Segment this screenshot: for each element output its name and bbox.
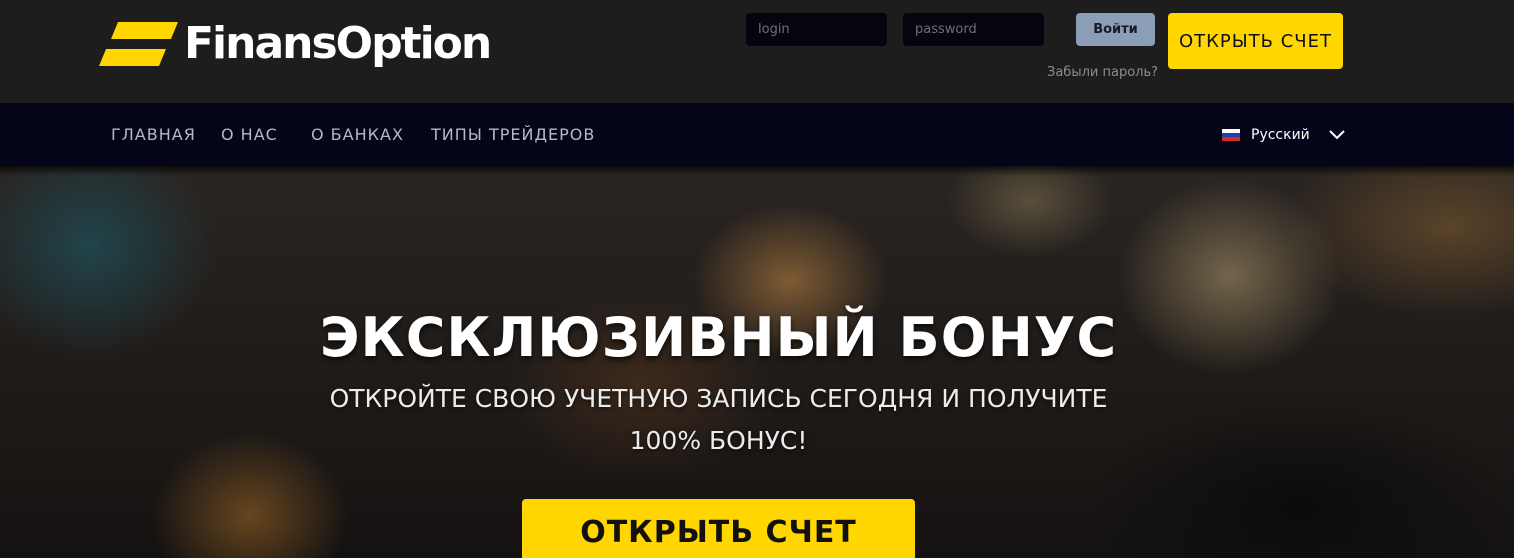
open-account-button[interactable]: ОТКРЫТЬ СЧЕТ [1168,13,1343,69]
nav-item-about[interactable]: О НАС [221,103,278,166]
password-input[interactable] [903,13,1044,46]
login-button[interactable]: Войти [1076,13,1155,46]
language-selector[interactable]: Русский [1222,103,1345,166]
nav-item-home[interactable]: ГЛАВНАЯ [111,103,196,166]
hero-subtitle-line1: ОТКРОЙТЕ СВОЮ УЧЕТНУЮ ЗАПИСЬ СЕГОДНЯ И П… [329,384,1108,413]
hero-banner: ЭКСКЛЮЗИВНЫЙ БОНУС ОТКРОЙТЕ СВОЮ УЧЕТНУЮ… [0,166,1514,558]
logo-text: FinansOption [184,18,492,69]
hero-title: ЭКСКЛЮЗИВНЫЙ БОНУС [319,306,1118,369]
logo-mark-icon [99,22,178,66]
russia-flag-icon [1222,128,1240,141]
hero-top-shadow [0,166,1514,176]
logo[interactable]: FinansOption [98,14,492,74]
top-header: FinansOption Войти Забыли пароль? ОТКРЫТ… [0,0,1514,103]
login-input[interactable] [746,13,887,46]
main-nav: ГЛАВНАЯ О НАС О БАНКАХ ТИПЫ ТРЕЙДЕРОВ Ру… [0,103,1514,166]
language-label: Русский [1251,126,1310,143]
hero-open-account-button[interactable]: ОТКРЫТЬ СЧЕТ [522,499,915,558]
forgot-password-link[interactable]: Забыли пароль? [1047,65,1158,80]
nav-item-trader-types[interactable]: ТИПЫ ТРЕЙДЕРОВ [431,103,595,166]
nav-item-banks[interactable]: О БАНКАХ [311,103,404,166]
hero-subtitle-line2: 100% БОНУС! [629,426,808,455]
hero-subtitle: ОТКРОЙТЕ СВОЮ УЧЕТНУЮ ЗАПИСЬ СЕГОДНЯ И П… [0,378,1437,462]
chevron-down-icon [1329,129,1345,139]
